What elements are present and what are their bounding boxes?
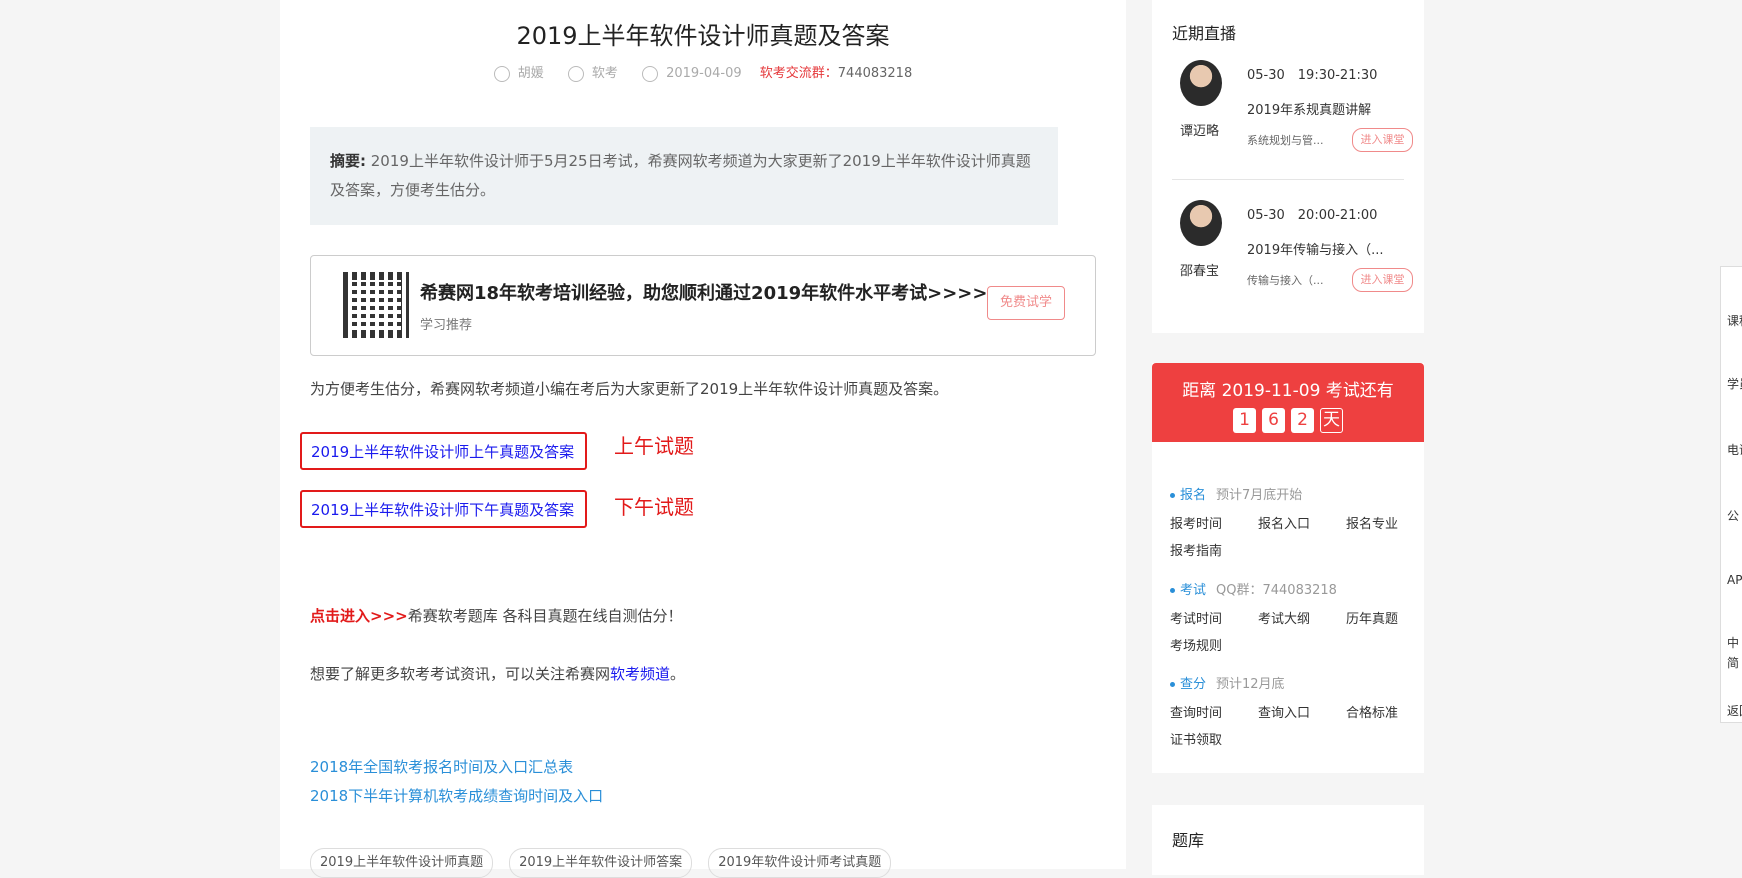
cta-link[interactable]: 点击进入>>> bbox=[310, 607, 408, 625]
exam-section-exam: 考试 QQ群：744083218 考试时间 考试大纲 历年真题考场规则 bbox=[1170, 579, 1410, 654]
intro-text: 为方便考生估分，希赛网软考频道小编在考后为大家更新了2019上半年软件设计师真题… bbox=[310, 380, 949, 398]
link-box-afternoon: 2019上半年软件设计师下午真题及答案 bbox=[300, 490, 587, 528]
free-trial-button[interactable]: 免费试学 bbox=[987, 286, 1065, 320]
section-link[interactable]: 报名入口 bbox=[1258, 513, 1346, 532]
promo-subtitle: 学习推荐 bbox=[420, 318, 473, 333]
cta-text: 希赛软考题库 各科目真题在线自测估分！ bbox=[407, 607, 683, 625]
link-box-morning: 2019上半年软件设计师上午真题及答案 bbox=[300, 432, 587, 470]
article-panel: 2019上半年软件设计师真题及答案 胡媛 软考 2019-04-09 软考交流群… bbox=[280, 0, 1126, 878]
section-link[interactable]: 考试时间 bbox=[1170, 608, 1258, 627]
live-item: 邵春宝 05-30 20:00-21:00 2019年传输与接入（... 传输与… bbox=[1172, 198, 1413, 308]
category[interactable]: 软考 bbox=[592, 66, 618, 81]
live-time: 05-30 20:00-21:00 bbox=[1247, 208, 1378, 223]
bullet-icon bbox=[1170, 682, 1175, 687]
float-item[interactable]: 课程 bbox=[1727, 312, 1742, 329]
countdown-digit: 2 bbox=[1291, 408, 1314, 433]
live-item: 谭迈略 05-30 19:30-21:30 2019年系规真题讲解 系统规划与管… bbox=[1172, 58, 1413, 168]
teacher-avatar bbox=[1180, 60, 1222, 106]
floating-sidebar: 课程 学员 电话 公 APP 中 简 返回 bbox=[1720, 266, 1742, 723]
countdown-digit: 1 bbox=[1233, 408, 1256, 433]
bullet-icon bbox=[1170, 493, 1175, 498]
exam-section-signup: 报名 预计7月底开始 报考时间 报名入口 报名专业报考指南 bbox=[1170, 484, 1410, 559]
teacher-name: 谭迈略 bbox=[1180, 124, 1220, 139]
section-link[interactable]: 查询时间 bbox=[1170, 702, 1258, 721]
section-link[interactable]: 报考指南 bbox=[1170, 540, 1258, 559]
float-item[interactable]: 返回 bbox=[1727, 702, 1742, 719]
author: 胡媛 bbox=[517, 66, 544, 81]
section-note: QQ群：744083218 bbox=[1216, 583, 1337, 598]
float-item[interactable]: 学员 bbox=[1727, 375, 1742, 392]
group-label: 软考交流群： bbox=[759, 66, 838, 81]
abstract-label: 摘要: bbox=[330, 152, 366, 170]
follow-end: 。 bbox=[670, 665, 686, 683]
countdown-banner: 距离 2019-11-09 考试还有 162天 bbox=[1152, 363, 1424, 442]
section-note: 预计12月底 bbox=[1216, 677, 1285, 692]
morning-exam-link[interactable]: 2019上半年软件设计师上午真题及答案 bbox=[311, 441, 574, 462]
abstract-text: 2019上半年软件设计师于5月25日考试，希赛网软考频道为大家更新了2019上半… bbox=[330, 152, 1031, 199]
group-number: 744083218 bbox=[837, 66, 913, 81]
clock-icon bbox=[642, 65, 659, 82]
related-link[interactable]: 2018下半年计算机软考成绩查询时间及入口 bbox=[310, 785, 603, 806]
exam-panel: 距离 2019-11-09 考试还有 162天 报名 预计7月底开始 报考时间 报名… bbox=[1152, 363, 1424, 773]
bullet-icon bbox=[1170, 588, 1175, 593]
section-note: 预计7月底开始 bbox=[1216, 488, 1303, 503]
section-link[interactable]: 证书领取 bbox=[1170, 729, 1258, 748]
related-link[interactable]: 2018年全国软考报名时间及入口汇总表 bbox=[310, 756, 573, 777]
promo-banner[interactable]: 希赛网18年软考培训经验，助您顺利通过2019年软件水平考试>>>> 学习推荐 … bbox=[310, 255, 1096, 356]
channel-link[interactable]: 软考频道 bbox=[610, 665, 670, 683]
countdown-unit: 天 bbox=[1320, 408, 1343, 433]
live-time: 05-30 19:30-21:30 bbox=[1247, 68, 1378, 83]
live-course[interactable]: 2019年传输与接入（... bbox=[1247, 239, 1383, 258]
compass-icon bbox=[567, 65, 584, 82]
bank-heading: 题库 bbox=[1172, 831, 1205, 850]
section-key: 考试 bbox=[1180, 583, 1207, 598]
live-panel: 近期直播 谭迈略 05-30 19:30-21:30 2019年系规真题讲解 系… bbox=[1152, 0, 1424, 333]
afternoon-label: 下午试题 bbox=[614, 495, 694, 519]
follow-paragraph: 想要了解更多软考考试资讯，可以关注希赛网软考频道。 bbox=[310, 663, 685, 684]
countdown-text: 距离 2019-11-09 考试还有 bbox=[1182, 381, 1394, 401]
tag[interactable]: 2019年软件设计师考试真题 bbox=[708, 848, 892, 878]
section-link[interactable]: 查询入口 bbox=[1258, 702, 1346, 721]
live-course[interactable]: 2019年系规真题讲解 bbox=[1247, 99, 1371, 118]
countdown-digit: 6 bbox=[1262, 408, 1285, 433]
cta-paragraph: 点击进入>>>希赛软考题库 各科目真题在线自测估分！ bbox=[310, 605, 683, 626]
live-subject: 传输与接入（... bbox=[1247, 274, 1324, 287]
section-link[interactable]: 考试大纲 bbox=[1258, 608, 1346, 627]
exam-section-score: 查分 预计12月底 查询时间 查询入口 合格标准证书领取 bbox=[1170, 673, 1410, 748]
section-link[interactable]: 合格标准 bbox=[1346, 702, 1410, 721]
tag[interactable]: 2019上半年软件设计师答案 bbox=[509, 848, 693, 878]
tag[interactable]: 2019上半年软件设计师真题 bbox=[310, 848, 494, 878]
enter-class-button[interactable]: 进入课堂 bbox=[1352, 128, 1413, 152]
afternoon-exam-link[interactable]: 2019上半年软件设计师下午真题及答案 bbox=[311, 499, 574, 520]
promo-title[interactable]: 希赛网18年软考培训经验，助您顺利通过2019年软件水平考试>>>> bbox=[420, 279, 987, 305]
float-item[interactable]: 中 bbox=[1727, 634, 1739, 651]
abstract-box: 摘要: 2019上半年软件设计师于5月25日考试，希赛网软考频道为大家更新了20… bbox=[310, 127, 1058, 225]
section-key: 报名 bbox=[1180, 488, 1207, 503]
float-item[interactable]: 简 bbox=[1727, 654, 1739, 671]
tag-list: 2019上半年软件设计师真题 2019上半年软件设计师答案 2019年软件设计师考试… bbox=[310, 848, 907, 878]
divider bbox=[1172, 179, 1404, 180]
qr-code-image bbox=[343, 272, 409, 338]
morning-label: 上午试题 bbox=[614, 434, 694, 458]
section-link[interactable]: 报考时间 bbox=[1170, 513, 1258, 532]
live-heading: 近期直播 bbox=[1172, 24, 1237, 43]
follow-text: 想要了解更多软考考试资讯，可以关注希赛网 bbox=[310, 665, 611, 683]
teacher-avatar bbox=[1180, 200, 1222, 246]
page-title: 2019上半年软件设计师真题及答案 bbox=[516, 22, 890, 50]
publish-date: 2019-04-09 bbox=[666, 66, 742, 81]
article-meta: 胡媛 软考 2019-04-09 软考交流群：744083218 bbox=[280, 62, 1126, 82]
float-item[interactable]: 公 bbox=[1727, 507, 1739, 524]
live-subject: 系统规划与管... bbox=[1247, 134, 1324, 147]
section-link[interactable]: 考场规则 bbox=[1170, 635, 1258, 654]
section-key: 查分 bbox=[1180, 677, 1207, 692]
user-icon bbox=[493, 65, 510, 82]
teacher-name: 邵春宝 bbox=[1180, 264, 1220, 279]
question-bank-panel: 题库 bbox=[1152, 805, 1424, 875]
float-item[interactable]: APP bbox=[1727, 573, 1742, 587]
float-item[interactable]: 电话 bbox=[1727, 441, 1742, 458]
enter-class-button[interactable]: 进入课堂 bbox=[1352, 268, 1413, 292]
section-link[interactable]: 历年真题 bbox=[1346, 608, 1410, 627]
section-link[interactable]: 报名专业 bbox=[1346, 513, 1410, 532]
countdown-digits: 162天 bbox=[1152, 408, 1424, 433]
